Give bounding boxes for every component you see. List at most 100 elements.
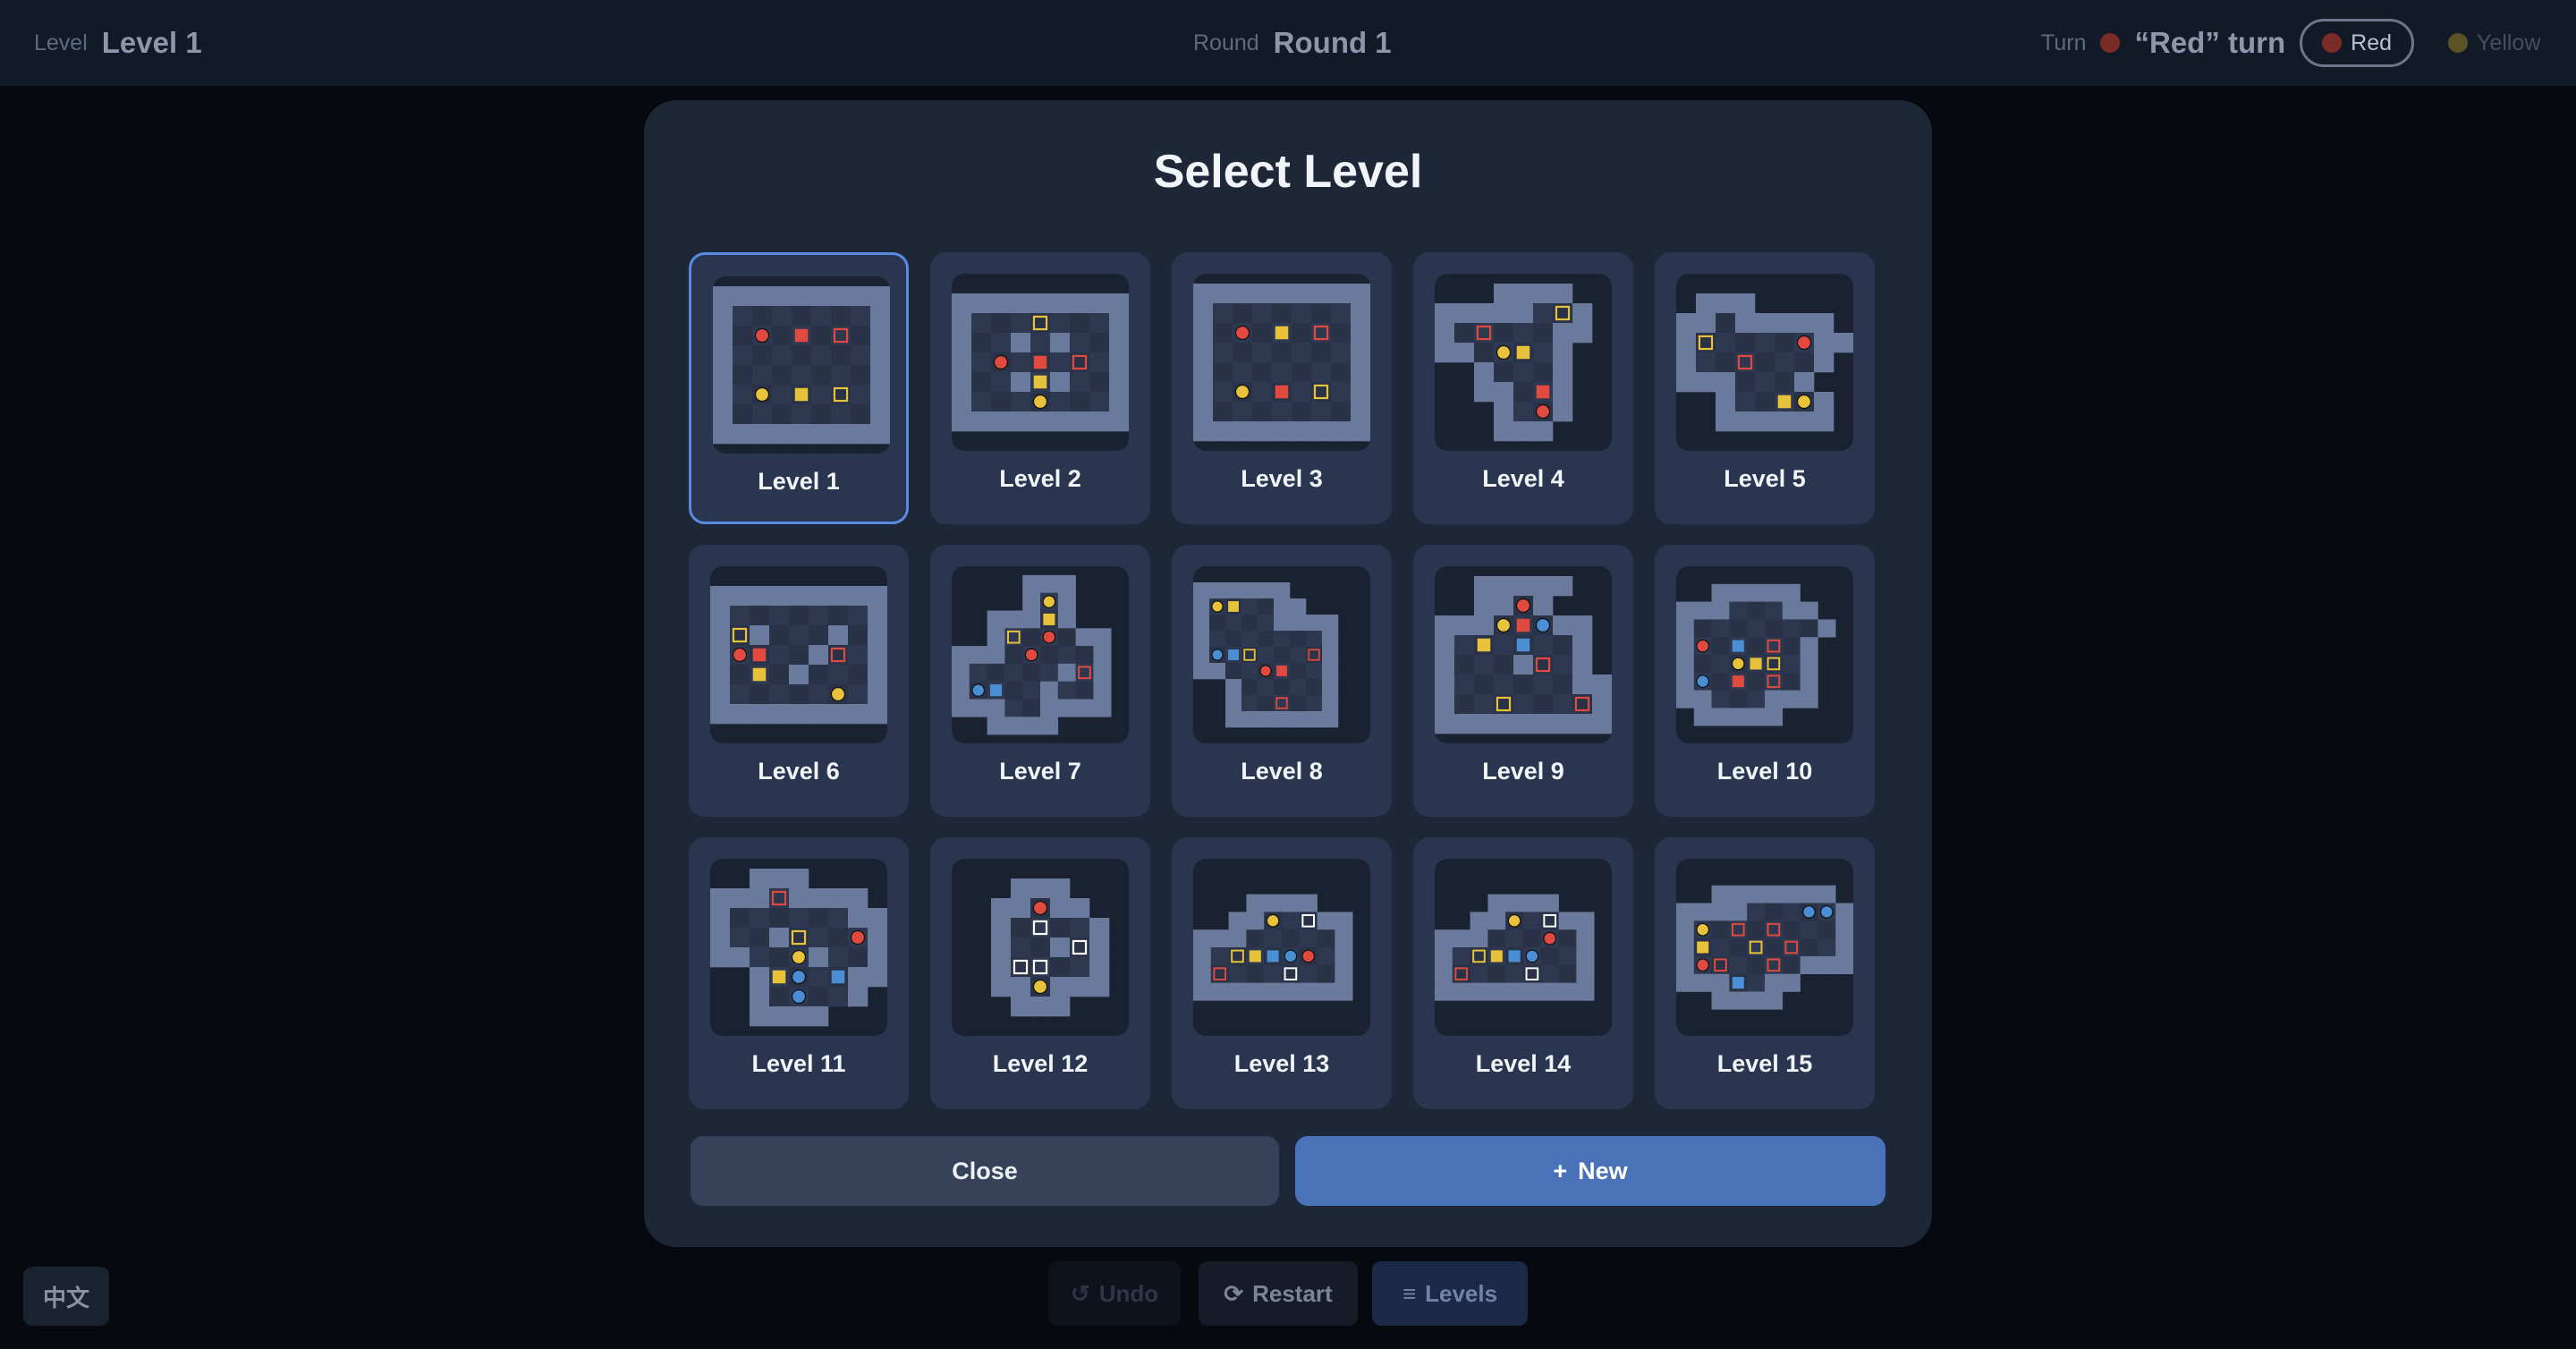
wall-tile [1452, 982, 1470, 1001]
level-card[interactable]: Level 4 [1413, 252, 1633, 524]
level-card[interactable]: Level 3 [1172, 252, 1392, 524]
floor-tile [733, 345, 753, 366]
wall-tile [1676, 601, 1695, 620]
floor-tile [1331, 362, 1352, 383]
level-card[interactable]: Level 12 [930, 837, 1150, 1109]
wall-tile [1765, 991, 1784, 1010]
wall-tile [848, 908, 869, 929]
wall-tile [868, 586, 887, 607]
floor-tile [1716, 313, 1736, 334]
floor-tile [851, 365, 871, 386]
level-card[interactable]: Level 15 [1655, 837, 1875, 1109]
floor-tile [789, 645, 809, 666]
wall-tile [1693, 708, 1712, 726]
player-piece [1032, 979, 1048, 995]
level-card[interactable]: Level 1 [689, 252, 909, 524]
wall-tile [1474, 303, 1495, 324]
wall-tile [1800, 637, 1818, 656]
wall-tile [710, 684, 731, 705]
level-card[interactable]: Level 5 [1655, 252, 1875, 524]
wall-tile [870, 306, 890, 327]
level-card[interactable]: Level 13 [1172, 837, 1392, 1109]
wall-tile [1070, 898, 1090, 919]
undo-button[interactable]: ↺ Undo [1048, 1261, 1181, 1326]
level-value: Level 1 [101, 26, 202, 59]
red-dot-icon [2322, 33, 2343, 53]
level-card[interactable]: Level 11 [689, 837, 909, 1109]
wall-tile [1193, 631, 1210, 648]
level-card[interactable]: Level 9 [1413, 545, 1633, 817]
floor-tile [1747, 903, 1766, 921]
wall-tile [1435, 714, 1455, 734]
wall-tile [789, 586, 809, 607]
floor-tile [1070, 957, 1090, 978]
language-button[interactable]: 中文 [23, 1267, 109, 1326]
wall-tile [1747, 583, 1766, 602]
player-yellow-toggle[interactable]: Yellow [2428, 19, 2560, 67]
levels-button[interactable]: ≡ Levels [1372, 1261, 1528, 1326]
wall-tile [1729, 991, 1748, 1010]
wall-tile [1233, 284, 1253, 304]
wall-tile [952, 663, 970, 682]
wall-tile [1676, 313, 1697, 334]
floor-tile [1233, 402, 1253, 422]
floor-tile [1474, 674, 1495, 695]
close-label: Close [952, 1157, 1018, 1184]
wall-tile [1729, 903, 1748, 921]
level-card[interactable]: Level 2 [930, 252, 1150, 524]
floor-tile [1331, 382, 1352, 403]
restart-button[interactable]: ⟳ Restart [1199, 1261, 1358, 1326]
floor-tile [750, 684, 770, 705]
floor-tile [1246, 929, 1265, 948]
wall-tile [1513, 714, 1534, 734]
wall-tile [811, 286, 832, 307]
wall-tile [1474, 714, 1495, 734]
wall-tile [1290, 711, 1307, 728]
player-red-label: Red [2351, 30, 2393, 55]
level-card-label: Level 1 [758, 468, 840, 495]
player-piece [1234, 325, 1250, 341]
floor-tile [1765, 601, 1784, 620]
level-thumbnail [1676, 566, 1853, 743]
wall-tile [1228, 912, 1247, 930]
wall-tile [1193, 382, 1214, 403]
wall-tile [1057, 574, 1076, 593]
close-button[interactable]: Close [691, 1136, 1279, 1206]
wall-tile [789, 869, 809, 889]
level-card[interactable]: Level 8 [1172, 545, 1392, 817]
floor-tile [1494, 323, 1514, 344]
floor-tile [789, 606, 809, 626]
level-card-label: Level 9 [1482, 758, 1564, 785]
level-thumbnail [710, 566, 887, 743]
player-red-toggle[interactable]: Red [2300, 19, 2415, 67]
wall-tile [1576, 982, 1595, 1001]
floor-tile [1213, 402, 1233, 422]
level-card[interactable]: Level 6 [689, 545, 909, 817]
floor-tile [1558, 929, 1577, 948]
level-select-dialog: Select Level Level 1 Level 2 Level 3 Level … [644, 100, 1932, 1247]
floor-tile [1311, 343, 1332, 363]
floor-tile [1755, 352, 1775, 373]
floor-tile [750, 928, 770, 948]
wall-tile [1553, 714, 1573, 734]
wall-tile [1351, 362, 1370, 383]
wall-tile [1050, 333, 1071, 353]
wall-tile [1474, 362, 1495, 383]
level-card[interactable]: Level 14 [1413, 837, 1633, 1109]
level-card[interactable]: Level 7 [930, 545, 1150, 817]
wall-tile [1011, 372, 1031, 393]
wall-tile [848, 987, 869, 1007]
floor-tile [1258, 631, 1275, 648]
box-piece [989, 684, 1003, 697]
new-level-button[interactable]: + New [1295, 1136, 1885, 1206]
floor-tile [1050, 392, 1071, 412]
floor-tile [1040, 663, 1059, 682]
floor-tile [1470, 964, 1488, 983]
floor-tile [1258, 598, 1275, 615]
level-card[interactable]: Level 10 [1655, 545, 1875, 817]
floor-tile [1299, 964, 1318, 983]
floor-tile [1290, 663, 1307, 680]
wall-tile [1093, 681, 1112, 700]
wall-tile [1331, 284, 1352, 304]
wall-tile [1533, 284, 1554, 304]
